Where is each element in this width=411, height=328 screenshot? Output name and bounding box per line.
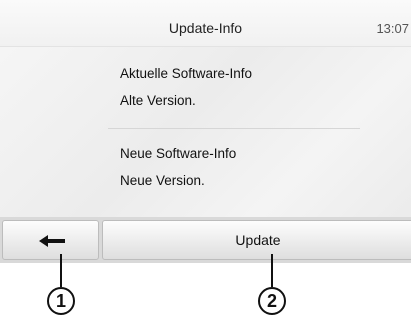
- callout-1: 1: [47, 287, 75, 315]
- callout-2: 2: [258, 287, 286, 315]
- update-button[interactable]: Update: [102, 220, 411, 260]
- clock: 13:07: [376, 21, 409, 36]
- back-arrow-icon: [39, 235, 65, 247]
- callout-line-2: [271, 254, 273, 287]
- header-bar: Update-Info 13:07: [0, 0, 411, 47]
- current-software-value: Alte Version.: [120, 93, 196, 108]
- new-software-value: Neue Version.: [120, 173, 205, 188]
- divider: [108, 128, 360, 129]
- back-button[interactable]: [2, 220, 99, 260]
- update-button-label: Update: [235, 232, 281, 248]
- callout-line-1: [60, 254, 62, 287]
- current-software-label: Aktuelle Software-Info: [120, 66, 253, 81]
- update-info-screen: Update-Info 13:07 Aktuelle Software-Info…: [0, 0, 411, 263]
- page-title: Update-Info: [168, 20, 243, 36]
- new-software-label: Neue Software-Info: [120, 146, 237, 161]
